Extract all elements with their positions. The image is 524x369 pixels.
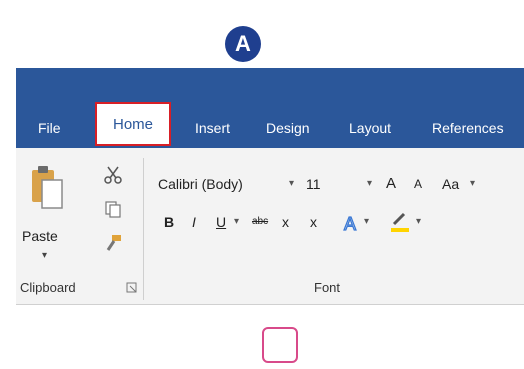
tab-insert[interactable]: Insert: [195, 108, 230, 148]
tab-home[interactable]: Home: [95, 102, 171, 146]
paste-dropdown-icon[interactable]: ▾: [42, 250, 47, 261]
subscript-button[interactable]: x: [282, 210, 289, 234]
bold-button[interactable]: B: [164, 210, 174, 234]
grow-font-button[interactable]: A: [386, 172, 396, 196]
chevron-down-icon[interactable]: ▾: [416, 210, 421, 234]
copy-button[interactable]: [100, 196, 126, 222]
font-size-value: 11: [306, 176, 321, 192]
dialog-launcher-icon[interactable]: [126, 282, 138, 294]
copy-icon: [105, 201, 121, 218]
highlight-icon[interactable]: [388, 210, 412, 234]
chevron-down-icon: ▾: [366, 178, 372, 189]
marker-a: A: [225, 26, 261, 62]
font-name-select[interactable]: Calibri (Body) ▾: [158, 170, 298, 198]
tab-file[interactable]: File: [38, 108, 61, 148]
tab-references[interactable]: References: [432, 108, 504, 148]
cut-button[interactable]: [100, 162, 126, 188]
strikethrough-button[interactable]: abc: [252, 210, 268, 234]
clipboard-group-label: Clipboard: [20, 280, 76, 295]
tab-design[interactable]: Design: [266, 108, 310, 148]
title-bar: [16, 68, 524, 108]
format-painter-button[interactable]: [100, 230, 126, 256]
chevron-down-icon: ▾: [288, 178, 294, 189]
marker-label: A: [235, 31, 251, 56]
paste-label: Paste: [22, 228, 58, 244]
ribbon-tab-bar: File Home Insert Design Layout Reference…: [16, 102, 524, 148]
tab-layout[interactable]: Layout: [349, 108, 391, 148]
font-size-select[interactable]: 11 ▾: [306, 170, 376, 198]
change-case-button[interactable]: Aa: [442, 172, 459, 196]
font-name-value: Calibri (Body): [158, 176, 243, 192]
text-effects-icon[interactable]: A: [342, 212, 362, 234]
font-group-label: Font: [314, 280, 341, 295]
svg-text:A: A: [344, 214, 356, 234]
superscript-button[interactable]: x: [310, 210, 317, 234]
group-divider: [143, 158, 144, 300]
answer-box[interactable]: [262, 327, 298, 363]
chevron-down-icon[interactable]: ▾: [364, 210, 369, 234]
chevron-down-icon[interactable]: ▾: [470, 172, 475, 196]
scissors-icon: [104, 166, 122, 184]
underline-button[interactable]: U: [216, 210, 226, 234]
paste-icon: [32, 166, 63, 209]
italic-button[interactable]: I: [192, 210, 196, 234]
chevron-down-icon[interactable]: ▾: [234, 210, 239, 234]
format-painter-icon: [106, 235, 121, 251]
paste-button[interactable]: Paste ▾: [16, 158, 72, 268]
shrink-font-button[interactable]: A: [414, 172, 422, 196]
ribbon-panel: Paste ▾ Clipboard Calibri (Body) ▾ 11 ▾ …: [16, 148, 524, 305]
